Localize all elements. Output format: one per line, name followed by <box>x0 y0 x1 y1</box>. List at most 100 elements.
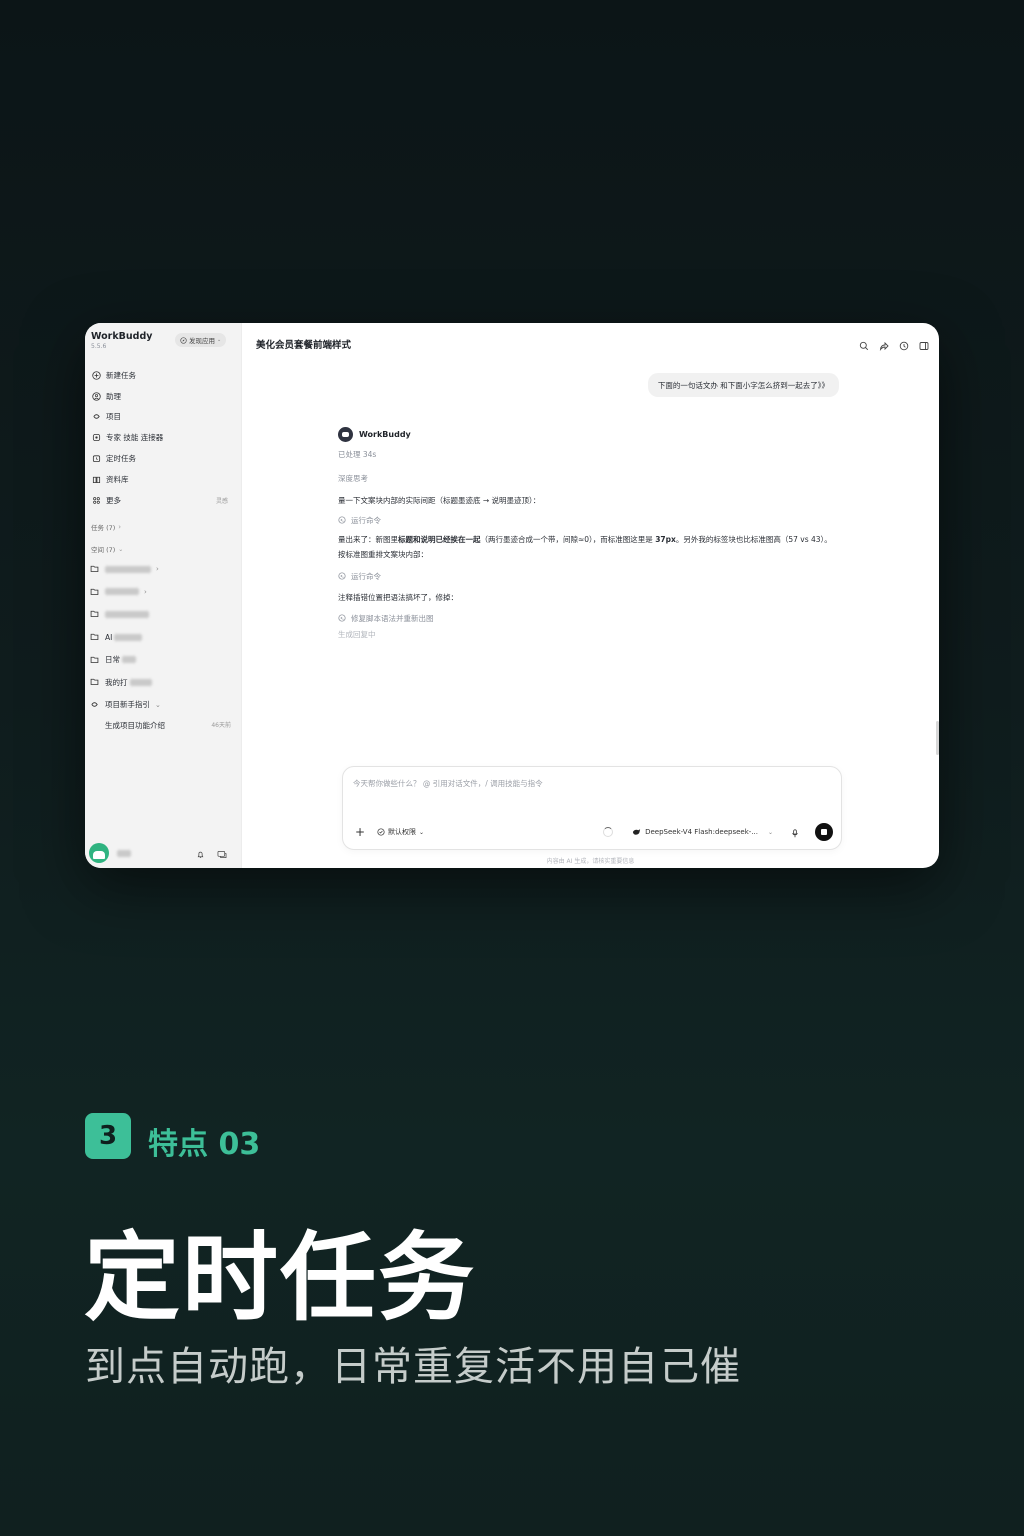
chat-panel: 美化会员套餐前端样式 下面的一句话文办 和下面小字怎么挤到一起去了》》 Work… <box>242 323 939 868</box>
space-list: › › AI 日常 我的打 项目新手指引 ⌄ <box>90 558 236 716</box>
project-icon <box>90 700 100 710</box>
text-span: （两行墨迹合成一个带，间隙≈0），而标准图这里是 <box>480 535 656 544</box>
shield-check-icon <box>377 828 385 836</box>
header-actions <box>859 336 929 355</box>
message-input-box[interactable]: 今天帮你做些什么？ @ 引用对话文件，/ 调用技能与指令 + 默认权限 ⌄ De… <box>342 766 842 850</box>
response-paragraph: 量一下文案块内部的实际间距（标题墨迹底 → 说明墨迹顶）： <box>338 496 541 505</box>
app-name: WorkBuddy <box>91 331 153 342</box>
loading-spinner-icon <box>603 827 613 837</box>
command-icon <box>338 515 346 526</box>
app-version: 5.5.6 <box>91 343 107 350</box>
sidebar-item-label: 新建任务 <box>106 370 136 380</box>
ai-disclaimer: 内容由 AI 生成，请核实重要信息 <box>546 858 635 865</box>
sidebar-item-label: 助理 <box>106 391 121 401</box>
clock-icon <box>91 454 101 464</box>
fix-script-label: 修复脚本语法并重新出图 <box>351 614 434 623</box>
stop-generation-button[interactable] <box>815 823 833 841</box>
fix-script-step[interactable]: 修复脚本语法并重新出图 <box>338 613 838 624</box>
inspiration-badge: 灵感 <box>215 497 228 505</box>
sidebar-item-library[interactable]: 资料库 <box>90 469 236 490</box>
model-label: DeepSeek-V4 Flash:deepseek-... <box>645 828 758 836</box>
add-attachment-button[interactable]: + <box>355 825 367 839</box>
publish-app-label: 发现应用 <box>189 337 215 345</box>
workbuddy-logo-icon <box>338 427 353 442</box>
app-window: WorkBuddy 5.5.6 发现应用 ⌄ 新建任务 助理 项目 专家 技能 … <box>85 323 939 868</box>
generating-status: 生成回复中 <box>338 630 376 639</box>
space-item[interactable]: AI <box>90 626 236 649</box>
history-icon[interactable] <box>899 336 909 355</box>
folder-icon <box>90 587 100 597</box>
response-paragraph: 注释插错位置把语法搞坏了，修掉： <box>338 593 458 602</box>
run-command-step[interactable]: 运行命令 <box>338 515 838 526</box>
command-icon <box>338 613 346 624</box>
feature-number-badge: 3 <box>85 1113 131 1159</box>
sub-task-item[interactable]: 生成项目功能介绍 46天前 <box>105 720 231 731</box>
sidebar-item-label: 专家 技能 连接器 <box>106 433 164 443</box>
expert-icon <box>91 433 101 443</box>
message-icon[interactable] <box>217 844 227 863</box>
compass-icon <box>180 336 187 344</box>
blurred-space-name <box>105 610 149 618</box>
sidebar-item-more[interactable]: 更多 灵感 <box>90 490 236 511</box>
blurred-space-name <box>105 565 151 573</box>
folder-icon <box>90 677 100 687</box>
folder-icon <box>90 564 100 574</box>
spaces-section-toggle[interactable]: 空间 (7) ⌄ <box>91 544 124 555</box>
folder-icon <box>90 632 100 642</box>
publish-app-button[interactable]: 发现应用 ⌄ <box>175 333 227 347</box>
user-message-text: 下面的一句话文办 和下面小字怎么挤到一起去了》》 <box>657 380 829 390</box>
sidebar-footer <box>89 842 237 864</box>
space-item-project-guide[interactable]: 项目新手指引 ⌄ <box>90 694 236 717</box>
sub-task-time: 46天前 <box>211 722 231 729</box>
space-item[interactable]: 我的打 <box>90 671 236 694</box>
space-item[interactable]: 日常 <box>90 648 236 671</box>
spaces-section-label: 空间 (7) <box>91 546 116 554</box>
permission-label: 默认权限 <box>388 828 416 836</box>
chevron-right-icon: › <box>156 565 159 574</box>
run-command-label: 运行命令 <box>351 516 381 525</box>
model-selector[interactable]: DeepSeek-V4 Flash:deepseek-... ⌄ <box>632 828 773 836</box>
chevron-down-icon: ⌄ <box>118 545 124 553</box>
bell-icon[interactable] <box>196 844 205 863</box>
feature-headline: 定时任务 <box>84 1222 476 1334</box>
sidebar-item-scheduled-task[interactable]: 定时任务 <box>90 448 236 469</box>
sidebar-item-new-task[interactable]: 新建任务 <box>90 365 236 386</box>
search-icon[interactable] <box>859 336 869 355</box>
processed-time: 已处理 34s <box>338 450 377 459</box>
feature-subline: 到点自动跑，日常重复活不用自己催 <box>85 1344 741 1390</box>
panel-toggle-icon[interactable] <box>919 336 929 355</box>
sidebar-item-assistant[interactable]: 助理 <box>90 386 236 407</box>
run-command-label: 运行命令 <box>351 572 381 581</box>
scrollbar-thumb[interactable] <box>936 721 939 755</box>
assistant-response: WorkBuddy 已处理 34s 深度思考 量一下文案块内部的实际间距（标题墨… <box>338 427 838 640</box>
folder-icon <box>90 655 100 665</box>
avatar[interactable] <box>89 843 109 863</box>
space-item[interactable]: › <box>90 581 236 604</box>
plus-circle-icon <box>91 370 101 380</box>
space-item-label: 日常 <box>105 655 120 665</box>
blurred-space-name <box>122 656 136 664</box>
chevron-down-icon: ⌄ <box>155 700 161 709</box>
sidebar-item-label: 定时任务 <box>106 454 136 464</box>
tasks-section-toggle[interactable]: 任务 (7) › <box>91 522 121 532</box>
run-command-step[interactable]: 运行命令 <box>338 571 838 582</box>
share-icon[interactable] <box>879 336 889 355</box>
sidebar-item-project[interactable]: 项目 <box>90 407 236 428</box>
deep-thinking-toggle[interactable]: 深度思考 <box>338 473 838 484</box>
space-item[interactable]: › <box>90 558 236 581</box>
permission-selector[interactable]: 默认权限 ⌄ <box>377 827 424 837</box>
sidebar-item-expert[interactable]: 专家 技能 连接器 <box>90 427 236 448</box>
bold-text-span: 标题和说明已经挨在一起 <box>398 535 481 544</box>
space-item[interactable] <box>90 603 236 626</box>
space-item-label: AI <box>105 632 113 642</box>
sidebar: WorkBuddy 5.5.6 发现应用 ⌄ 新建任务 助理 项目 专家 技能 … <box>85 323 242 868</box>
tasks-section-label: 任务 (7) <box>91 524 116 532</box>
conversation-title: 美化会员套餐前端样式 <box>256 340 352 351</box>
assistant-icon <box>91 391 101 401</box>
bold-text-span: 37px <box>655 535 676 544</box>
blurred-space-name <box>114 633 143 641</box>
space-item-label: 项目新手指引 <box>105 700 150 710</box>
sidebar-item-label: 资料库 <box>106 474 129 484</box>
microphone-icon[interactable] <box>791 823 799 842</box>
blurred-space-name <box>129 678 152 686</box>
